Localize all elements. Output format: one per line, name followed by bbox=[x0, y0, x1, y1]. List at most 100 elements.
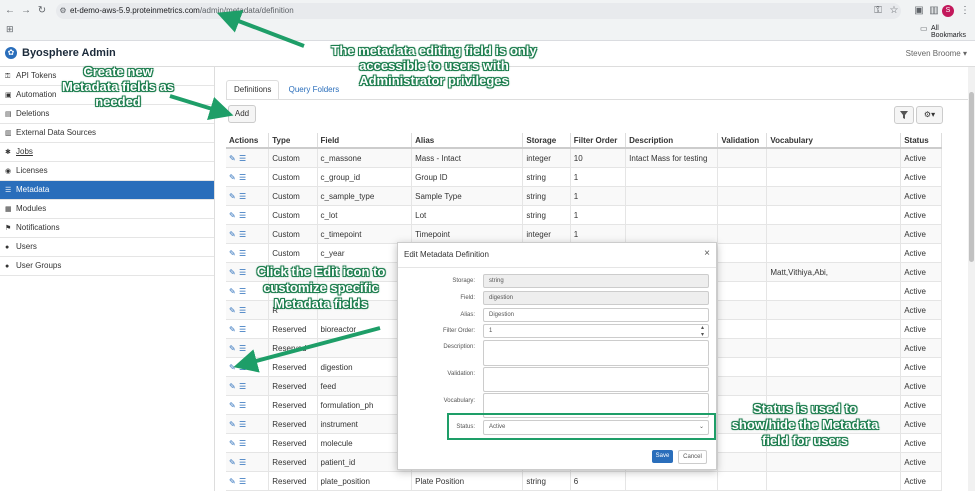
table-cell: Active bbox=[900, 452, 942, 472]
actions-cell: ✎ ☰ bbox=[226, 471, 270, 491]
sidebar-item-users[interactable]: ● Users bbox=[0, 238, 214, 257]
edit-icon[interactable]: ✎ bbox=[229, 211, 237, 220]
list-values-icon[interactable]: ☰ bbox=[239, 458, 248, 467]
sidebar-item-licenses[interactable]: ◉ Licenses bbox=[0, 162, 214, 181]
column-header[interactable]: Status bbox=[900, 133, 942, 149]
password-key-icon[interactable]: ⚿ bbox=[872, 5, 884, 17]
scrollbar-thumb[interactable] bbox=[969, 92, 974, 262]
column-header[interactable]: Field bbox=[317, 133, 413, 149]
list-values-icon[interactable]: ☰ bbox=[239, 363, 248, 372]
list-values-icon[interactable]: ☰ bbox=[239, 192, 248, 201]
filter-button[interactable] bbox=[894, 106, 914, 124]
cancel-button[interactable]: Cancel bbox=[678, 450, 707, 464]
list-values-icon[interactable]: ☰ bbox=[239, 420, 248, 429]
database-icon: ▥ bbox=[5, 130, 12, 137]
edit-icon[interactable]: ✎ bbox=[229, 249, 237, 258]
column-header[interactable]: Validation bbox=[717, 133, 768, 149]
filter-order-stepper[interactable]: 1 ▴ ▾ bbox=[483, 324, 709, 338]
page-scrollbar[interactable] bbox=[968, 67, 975, 491]
edit-icon[interactable]: ✎ bbox=[229, 154, 237, 163]
table-cell bbox=[717, 205, 768, 225]
table-cell bbox=[766, 224, 902, 244]
list-values-icon[interactable]: ☰ bbox=[239, 439, 248, 448]
menu-icon[interactable]: ⋮ bbox=[959, 5, 971, 17]
apps-icon[interactable]: ⊞ bbox=[6, 24, 14, 35]
list-values-icon[interactable]: ☰ bbox=[239, 154, 248, 163]
edit-icon[interactable]: ✎ bbox=[229, 401, 237, 410]
edit-icon[interactable]: ✎ bbox=[229, 382, 237, 391]
star-icon[interactable]: ☆ bbox=[888, 5, 900, 17]
profile-icon[interactable]: S bbox=[942, 5, 954, 17]
edit-icon[interactable]: ✎ bbox=[229, 287, 237, 296]
sidebar-item-label: Deletions bbox=[16, 109, 50, 118]
tab-definitions[interactable]: Definitions bbox=[226, 80, 280, 100]
extensions-icon[interactable]: ▥ bbox=[928, 5, 940, 17]
column-header[interactable]: Storage bbox=[522, 133, 571, 149]
column-header[interactable]: Alias bbox=[411, 133, 524, 149]
user-menu[interactable]: Steven Broome ▾ bbox=[906, 49, 967, 58]
back-icon[interactable]: ← bbox=[4, 5, 16, 17]
list-values-icon[interactable]: ☰ bbox=[239, 325, 248, 334]
spinner-icon[interactable]: ▴ ▾ bbox=[701, 325, 704, 339]
edit-icon[interactable]: ✎ bbox=[229, 230, 237, 239]
table-cell: Lot bbox=[411, 205, 524, 225]
edit-icon[interactable]: ✎ bbox=[229, 363, 237, 372]
sidebar-item-modules[interactable]: ▦ Modules bbox=[0, 200, 214, 219]
sidebar-item-metadata[interactable]: ☰ Metadata bbox=[0, 181, 214, 200]
column-header[interactable]: Filter Order bbox=[570, 133, 627, 149]
list-values-icon[interactable]: ☰ bbox=[239, 401, 248, 410]
sidebar-item-jobs[interactable]: ✱ Jobs bbox=[0, 143, 214, 162]
save-button[interactable]: Save bbox=[652, 450, 673, 463]
edit-icon[interactable]: ✎ bbox=[229, 268, 237, 277]
edit-icon[interactable]: ✎ bbox=[229, 458, 237, 467]
column-header[interactable]: Type bbox=[268, 133, 318, 149]
table-cell: Timepoint bbox=[411, 224, 524, 244]
add-button[interactable]: Add bbox=[228, 105, 256, 123]
table-cell: Reserved bbox=[268, 376, 318, 396]
edit-icon[interactable]: ✎ bbox=[229, 306, 237, 315]
site-info-icon[interactable]: ⚙ bbox=[56, 3, 70, 19]
reload-icon[interactable]: ↻ bbox=[36, 5, 48, 17]
close-icon[interactable]: × bbox=[704, 248, 710, 259]
table-cell: 1 bbox=[570, 224, 627, 244]
column-settings-button[interactable]: ⚙▾ bbox=[916, 106, 943, 124]
alias-input[interactable]: Digestion bbox=[483, 308, 709, 322]
reading-list-icon[interactable]: ▣ bbox=[913, 5, 925, 17]
list-values-icon[interactable]: ☰ bbox=[239, 477, 248, 486]
list-values-icon[interactable]: ☰ bbox=[239, 382, 248, 391]
list-values-icon[interactable]: ☰ bbox=[239, 249, 248, 258]
edit-icon[interactable]: ✎ bbox=[229, 420, 237, 429]
column-header[interactable]: Description bbox=[625, 133, 719, 149]
address-bar[interactable]: ⚙ et-demo-aws-5.9.proteinmetrics.com/admi… bbox=[56, 3, 901, 19]
column-header[interactable]: Actions bbox=[226, 133, 270, 149]
table-cell bbox=[717, 167, 768, 187]
edit-icon[interactable]: ✎ bbox=[229, 439, 237, 448]
table-cell bbox=[625, 205, 719, 225]
actions-cell: ✎ ☰ bbox=[226, 186, 270, 206]
sidebar-item-external-data-sources[interactable]: ▥ External Data Sources bbox=[0, 124, 214, 143]
column-header[interactable]: Vocabulary bbox=[766, 133, 902, 149]
annotation-create-fields: Create new Metadata fields as needed bbox=[62, 64, 174, 109]
validation-textarea[interactable] bbox=[483, 367, 709, 392]
table-cell bbox=[717, 243, 768, 263]
edit-icon[interactable]: ✎ bbox=[229, 325, 237, 334]
edit-icon[interactable]: ✎ bbox=[229, 173, 237, 182]
table-cell: c_group_id bbox=[317, 167, 413, 187]
forward-icon[interactable]: → bbox=[20, 5, 32, 17]
edit-icon[interactable]: ✎ bbox=[229, 477, 237, 486]
list-values-icon[interactable]: ☰ bbox=[239, 344, 248, 353]
all-bookmarks[interactable]: All Bookmarks bbox=[931, 25, 975, 39]
table-cell: Active bbox=[900, 224, 942, 244]
table-cell: Intact Mass for testing bbox=[625, 148, 719, 168]
sidebar-item-notifications[interactable]: ⚑ Notifications bbox=[0, 219, 214, 238]
sidebar-item-user-groups[interactable]: ● User Groups bbox=[0, 257, 214, 276]
browser-chrome: ← → ↻ ⚙ et-demo-aws-5.9.proteinmetrics.co… bbox=[0, 0, 975, 41]
app-title[interactable]: Byosphere Admin bbox=[22, 47, 116, 59]
edit-icon[interactable]: ✎ bbox=[229, 344, 237, 353]
list-values-icon[interactable]: ☰ bbox=[239, 230, 248, 239]
table-cell: c_timepoint bbox=[317, 224, 413, 244]
list-values-icon[interactable]: ☰ bbox=[239, 173, 248, 182]
list-values-icon[interactable]: ☰ bbox=[239, 211, 248, 220]
edit-icon[interactable]: ✎ bbox=[229, 192, 237, 201]
description-textarea[interactable] bbox=[483, 340, 709, 366]
